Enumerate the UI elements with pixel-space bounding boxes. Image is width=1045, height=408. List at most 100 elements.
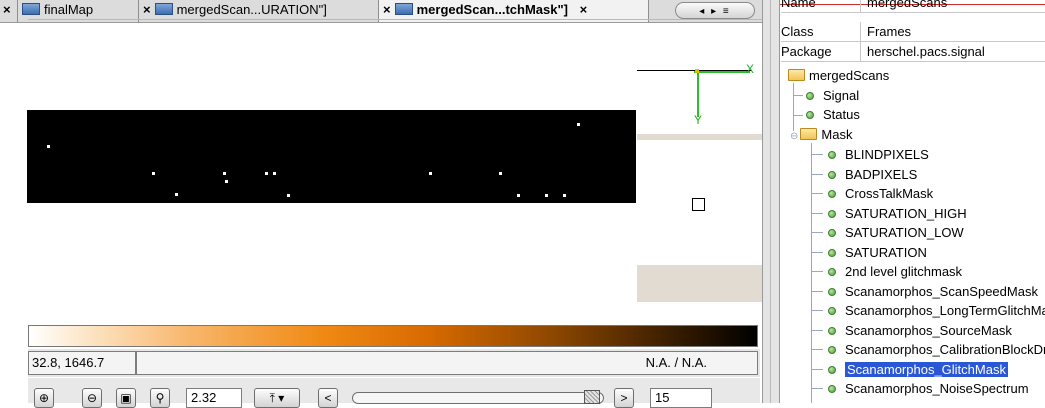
tree-connector bbox=[811, 251, 823, 253]
leaf-node-icon bbox=[828, 346, 836, 354]
tree-item-scanamorphos-scanspeedmask[interactable]: Scanamorphos_ScanSpeedMask bbox=[828, 282, 1038, 301]
zoom-in-button[interactable]: ⊕ bbox=[34, 388, 54, 408]
tree-item-saturation-high[interactable]: SATURATION_HIGH bbox=[828, 204, 967, 223]
property-key: Package bbox=[781, 42, 861, 62]
orientation-menu-button[interactable]: ⤒ ▾ bbox=[254, 388, 300, 408]
tree-folder-mask[interactable]: ⊖ Mask bbox=[790, 125, 852, 144]
axis-origin bbox=[695, 69, 699, 73]
tree-connector bbox=[811, 388, 823, 389]
zoom-out-button[interactable]: ⊖ bbox=[82, 388, 102, 408]
mask-image[interactable] bbox=[27, 110, 636, 203]
tree-item-status[interactable]: Status bbox=[806, 105, 860, 124]
folder-open-icon bbox=[788, 69, 805, 81]
tree-connector bbox=[811, 143, 812, 403]
mask-pixel bbox=[152, 172, 155, 175]
tree-item-scanamorphos-glitchmask[interactable]: Scanamorphos_GlitchMask bbox=[828, 360, 1008, 379]
coordinate-readout: 32.8, 1646.7 bbox=[28, 351, 136, 375]
image-icon bbox=[22, 3, 40, 15]
tree-connector bbox=[811, 368, 823, 370]
y-axis-arrow bbox=[697, 73, 699, 117]
tab-close-icon[interactable]: × bbox=[580, 2, 588, 17]
previous-slice-button[interactable]: < bbox=[318, 388, 338, 408]
expand-toggle-icon[interactable]: ⊖ bbox=[790, 131, 798, 142]
leaf-node-icon bbox=[828, 151, 836, 159]
leaf-node-icon bbox=[828, 365, 836, 374]
mask-pixel bbox=[287, 194, 290, 197]
tree-label: Status bbox=[823, 107, 860, 122]
tree-item-saturation[interactable]: SATURATION bbox=[828, 243, 927, 262]
mask-pixel bbox=[517, 194, 520, 197]
tree-label: 2nd level glitchmask bbox=[845, 264, 963, 279]
mask-pixel bbox=[265, 172, 268, 175]
tree-label: mergedScans bbox=[809, 68, 890, 83]
tree-item-2nd-level-glitchmask[interactable]: 2nd level glitchmask bbox=[828, 262, 962, 281]
cursor-marker[interactable] bbox=[692, 198, 705, 211]
tree-connector bbox=[811, 271, 823, 272]
slider-thumb[interactable] bbox=[584, 390, 600, 404]
property-row[interactable]: Name mergedScans bbox=[781, 0, 1045, 13]
property-row[interactable]: Package herschel.pacs.signal bbox=[781, 42, 1045, 62]
fit-button[interactable]: ▣ bbox=[116, 388, 136, 408]
tree-label: Signal bbox=[823, 88, 860, 103]
tree-item-scanamorphos-calibrationblockdrop[interactable]: Scanamorphos_CalibrationBlockDrop bbox=[828, 340, 1045, 359]
leaf-node-icon bbox=[828, 229, 836, 237]
tab-label: mergedScan...tchMask"] bbox=[416, 2, 568, 17]
tree-connector bbox=[811, 329, 823, 331]
tab-close-icon[interactable]: × bbox=[383, 2, 391, 17]
tree-label: Mask bbox=[821, 127, 853, 142]
mask-pixel bbox=[273, 172, 276, 175]
tab-label: finalMap bbox=[44, 2, 94, 17]
property-row[interactable]: Class Frames bbox=[781, 22, 1045, 42]
tree-connector bbox=[811, 212, 823, 214]
property-key: Class bbox=[781, 22, 861, 42]
mask-pixel bbox=[429, 172, 432, 175]
zoom-button[interactable]: ⚲ bbox=[150, 388, 170, 408]
tree-item-scanamorphos-longtermglitchmask[interactable]: Scanamorphos_LongTermGlitchMask bbox=[828, 301, 1045, 320]
canvas-divider bbox=[28, 19, 762, 20]
leaf-node-icon bbox=[828, 248, 836, 257]
tree-connector bbox=[811, 193, 823, 194]
mask-pixel bbox=[563, 194, 566, 197]
slice-input[interactable]: 15 bbox=[650, 388, 712, 408]
mask-pixel bbox=[47, 145, 50, 148]
tree-item-saturation-low[interactable]: SATURATION_LOW bbox=[828, 223, 964, 242]
leaf-node-icon bbox=[828, 190, 836, 198]
tree-connector bbox=[793, 95, 803, 96]
tree-item-blindpixels[interactable]: BLINDPIXELS bbox=[828, 145, 929, 164]
tree-item-scanamorphos-sourcemask[interactable]: Scanamorphos_SourceMask bbox=[828, 321, 1012, 340]
image-background-strip bbox=[637, 134, 762, 140]
tree-item-crosstalkmask[interactable]: CrossTalkMask bbox=[828, 184, 933, 203]
tree-item-signal[interactable]: Signal bbox=[806, 86, 859, 105]
leaf-node-icon bbox=[806, 111, 814, 119]
image-background-strip bbox=[637, 265, 762, 302]
tree-label: SATURATION_LOW bbox=[845, 225, 964, 240]
tree-label: Scanamorphos_SourceMask bbox=[845, 322, 1012, 338]
tab-navigation[interactable]: ◂ ▸ ≡ bbox=[675, 2, 755, 19]
mask-pixel bbox=[225, 180, 228, 183]
leaf-node-icon bbox=[828, 385, 836, 393]
tree-root-mergedscans[interactable]: mergedScans bbox=[788, 66, 889, 85]
property-value: Frames bbox=[867, 24, 912, 39]
zoom-input[interactable]: 2.32 bbox=[186, 388, 242, 408]
mask-pixel bbox=[175, 193, 178, 196]
tree-connector bbox=[811, 154, 823, 155]
tab-overflow[interactable]: × bbox=[0, 0, 18, 22]
leaf-node-icon bbox=[828, 170, 836, 179]
slice-slider[interactable] bbox=[352, 392, 604, 404]
color-scale-bar[interactable] bbox=[28, 325, 758, 347]
panel-splitter[interactable] bbox=[762, 0, 780, 403]
y-axis-label: Y bbox=[694, 113, 703, 127]
tab-close-icon[interactable]: × bbox=[3, 2, 11, 17]
next-slice-button[interactable]: > bbox=[614, 388, 634, 408]
splitter-grip bbox=[770, 0, 771, 403]
tree-connector bbox=[811, 349, 823, 350]
tree-label: Scanamorphos_LongTermGlitchMask bbox=[845, 303, 1045, 318]
property-key: Name bbox=[781, 0, 861, 13]
tree-connector bbox=[811, 232, 823, 233]
property-value: herschel.pacs.signal bbox=[867, 44, 985, 59]
leaf-node-icon bbox=[828, 326, 836, 335]
tab-close-icon[interactable]: × bbox=[143, 2, 151, 17]
tree-item-scanamorphos-noisespectrum[interactable]: Scanamorphos_NoiseSpectrum bbox=[828, 379, 1029, 398]
tree-item-badpixels[interactable]: BADPIXELS bbox=[828, 165, 917, 184]
mask-pixel bbox=[499, 172, 502, 175]
